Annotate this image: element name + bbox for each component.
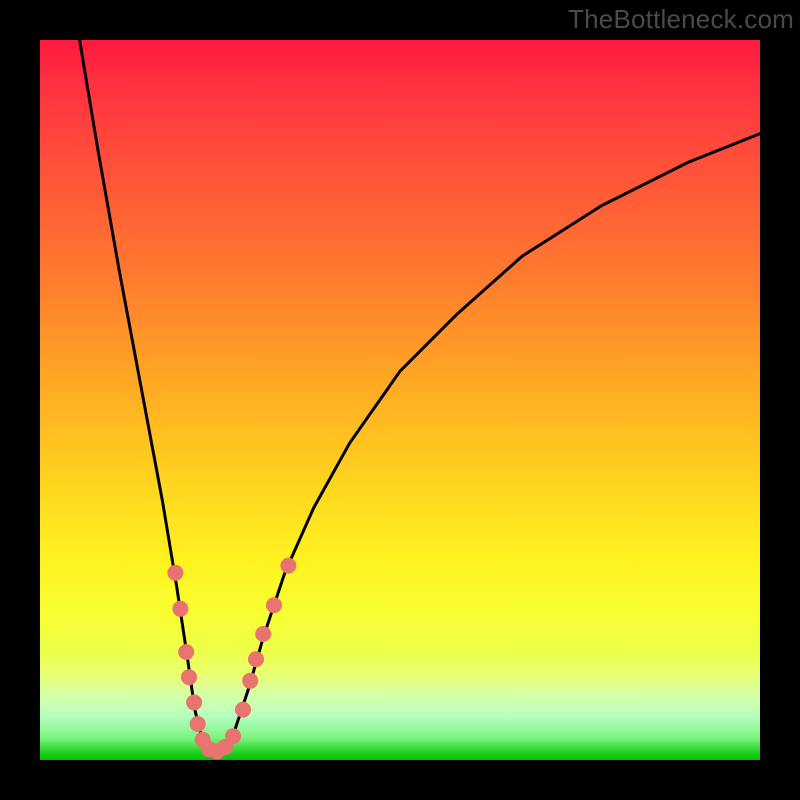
chart-svg bbox=[40, 40, 760, 760]
data-point bbox=[190, 716, 206, 732]
data-point bbox=[178, 644, 194, 660]
data-point bbox=[225, 728, 241, 744]
data-point bbox=[266, 597, 282, 613]
data-point bbox=[280, 558, 296, 574]
curve-layer bbox=[76, 40, 760, 753]
chart-frame: TheBottleneck.com bbox=[0, 0, 800, 800]
data-point bbox=[181, 669, 197, 685]
data-point bbox=[255, 626, 271, 642]
data-point bbox=[248, 651, 264, 667]
data-point bbox=[172, 601, 188, 617]
bottleneck-curve bbox=[76, 40, 760, 753]
data-point bbox=[186, 694, 202, 710]
data-point bbox=[235, 702, 251, 718]
dots-layer bbox=[167, 558, 296, 760]
plot-area bbox=[40, 40, 760, 760]
data-point bbox=[242, 673, 258, 689]
data-point bbox=[167, 565, 183, 581]
watermark-text: TheBottleneck.com bbox=[568, 4, 794, 35]
